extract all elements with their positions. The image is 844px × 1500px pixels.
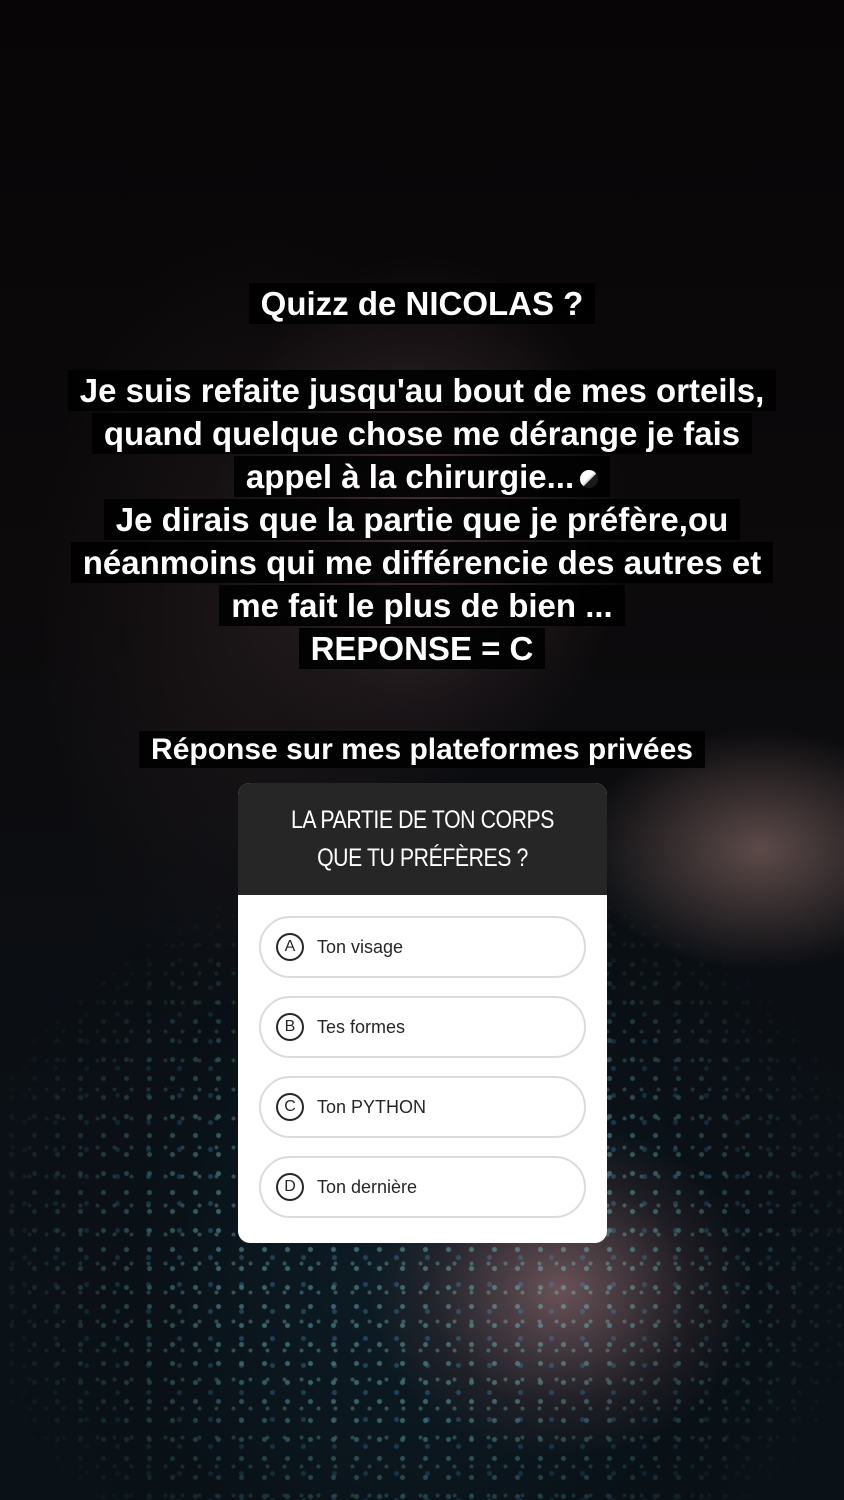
quiz-option-b[interactable]: B Tes formes <box>259 996 586 1058</box>
option-letter-badge: C <box>276 1093 304 1121</box>
caption-line-3: appel à la chirurgie... <box>233 456 611 497</box>
quiz-question: LA PARTIE DE TON CORPS QUE TU PRÉFÈRES ? <box>238 783 607 895</box>
option-label: Ton PYTHON <box>317 1096 427 1117</box>
caption-line-1: Je suis refaite jusqu'au bout de mes ort… <box>67 370 777 411</box>
quiz-option-a[interactable]: A Ton visage <box>259 916 586 978</box>
quiz-sticker: LA PARTIE DE TON CORPS QUE TU PRÉFÈRES ?… <box>238 783 607 1243</box>
option-label: Tes formes <box>317 1016 406 1037</box>
option-label: Ton visage <box>317 936 404 957</box>
reply-note: Réponse sur mes plateformes privées <box>0 728 844 771</box>
caption-line-2: quand quelque chose me dérange je fais <box>91 413 753 454</box>
caption-line-5: néanmoins qui me différencie des autres … <box>70 542 774 583</box>
option-letter-badge: B <box>276 1013 304 1041</box>
option-letter-badge: D <box>276 1173 304 1201</box>
option-letter-badge: A <box>276 933 304 961</box>
caption-answer-line: REPONSE = C <box>298 628 546 669</box>
story-caption: Je suis refaite jusqu'au bout de mes ort… <box>0 369 844 670</box>
quiz-options: A Ton visage B Tes formes C Ton PYTHON D… <box>238 895 607 1218</box>
caption-line-6: me fait le plus de bien ... <box>219 585 625 626</box>
story-title: Quizz de NICOLAS ? <box>0 282 844 325</box>
quiz-option-c[interactable]: C Ton PYTHON <box>259 1076 586 1138</box>
option-label: Ton dernière <box>317 1176 418 1197</box>
caption-line-4: Je dirais que la partie que je préfère,o… <box>103 499 741 540</box>
moon-emoji-icon <box>580 470 599 489</box>
quiz-option-d[interactable]: D Ton dernière <box>259 1156 586 1218</box>
